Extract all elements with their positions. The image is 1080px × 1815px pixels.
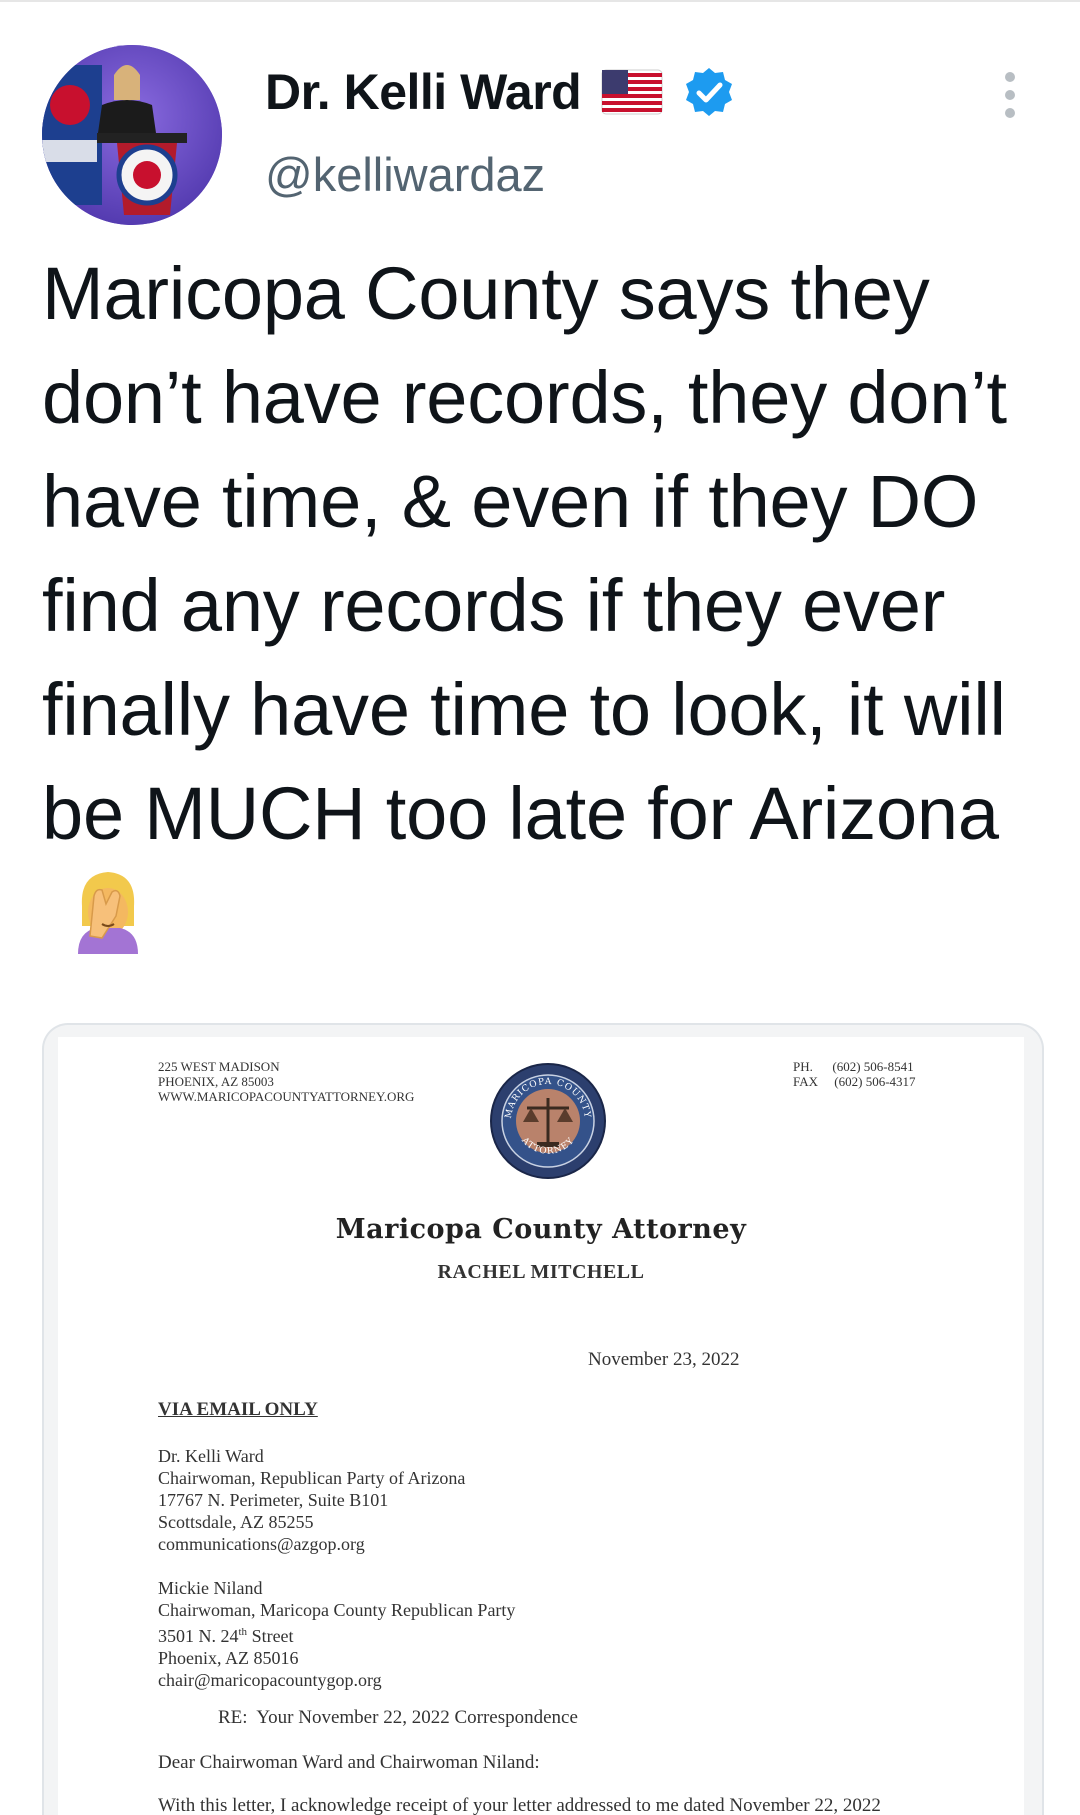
facepalm-emoji-icon <box>72 866 144 954</box>
office-title: Maricopa County Attorney <box>335 1214 747 1245</box>
street-ordinal: th <box>238 1626 248 1638</box>
recipient-email: chair@maricopacountygop.org <box>158 1670 382 1690</box>
us-flag-icon <box>601 69 663 115</box>
street-name: Street <box>247 1626 294 1646</box>
tweet-text: Maricopa County says they don’t have rec… <box>42 242 1052 971</box>
salutation: Dear Chairwoman Ward and Chairwoman Nila… <box>158 1752 540 1773</box>
author-name-row: Dr. Kelli Ward <box>265 62 735 122</box>
recipient-street: 3501 N. 24th Street <box>158 1621 515 1647</box>
delivery-method: VIA EMAIL ONLY <box>158 1399 318 1420</box>
recipient-title: Chairwoman, Republican Party of Arizona <box>158 1468 466 1488</box>
county-attorney-seal: MARICOPA COUNTY ATTORNEY <box>489 1062 607 1180</box>
tweet-body: Maricopa County says they don’t have rec… <box>42 252 1007 855</box>
author-name[interactable]: Dr. Kelli Ward <box>265 63 582 121</box>
address-line: WWW.MARICOPACOUNTYATTORNEY.ORG <box>158 1089 415 1104</box>
recipient-name: Dr. Kelli Ward <box>158 1446 264 1466</box>
letter-page: 225 WEST MADISON PHOENIX, AZ 85003 WWW.M… <box>58 1037 1024 1815</box>
fax-line: FAX (602) 506-4317 <box>793 1074 916 1089</box>
avatar-image <box>42 45 222 225</box>
recipient-block-1: Dr. Kelli Ward Chairwoman, Republican Pa… <box>158 1445 465 1555</box>
recipient-name: Mickie Niland <box>158 1578 263 1598</box>
letter-body-start: With this letter, I acknowledge receipt … <box>158 1795 881 1815</box>
author-handle[interactable]: @kelliwardaz <box>265 147 545 202</box>
attorney-name: RACHEL MITCHELL <box>437 1261 645 1283</box>
recipient-street: 17767 N. Perimeter, Suite B101 <box>158 1490 389 1510</box>
recipient-email: communications@azgop.org <box>158 1534 365 1554</box>
recipient-title: Chairwoman, Maricopa County Republican P… <box>158 1600 516 1620</box>
verified-badge-icon <box>683 66 735 118</box>
profile-avatar[interactable] <box>42 45 222 225</box>
address-line: PHOENIX, AZ 85003 <box>158 1074 274 1089</box>
more-options-icon[interactable] <box>995 72 1025 122</box>
recipient-block-2: Mickie Niland Chairwoman, Maricopa Count… <box>158 1577 515 1691</box>
letterhead-address: 225 WEST MADISON PHOENIX, AZ 85003 WWW.M… <box>158 1059 414 1104</box>
street-number: 3501 N. 24 <box>158 1626 239 1646</box>
recipient-city: Phoenix, AZ 85016 <box>158 1648 299 1668</box>
top-divider <box>0 0 1080 2</box>
attached-image[interactable]: 225 WEST MADISON PHOENIX, AZ 85003 WWW.M… <box>42 1023 1044 1815</box>
letter-date: November 23, 2022 <box>588 1349 740 1370</box>
recipient-city: Scottsdale, AZ 85255 <box>158 1512 314 1532</box>
phone-line: PH. (602) 506-8541 <box>793 1059 914 1074</box>
address-line: 225 WEST MADISON <box>158 1059 280 1074</box>
re-line: RE: Your November 22, 2022 Correspondenc… <box>218 1707 578 1728</box>
letterhead-contact: PH. (602) 506-8541 FAX (602) 506-4317 <box>793 1059 916 1089</box>
